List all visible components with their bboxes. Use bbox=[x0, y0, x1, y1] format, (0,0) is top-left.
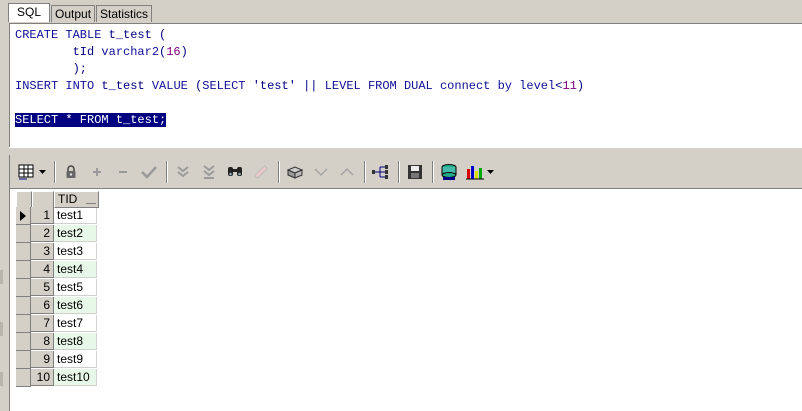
toolbar-separator bbox=[166, 160, 168, 183]
code-line-4: INSERT INTO t_test VALUE (SELECT 'test' … bbox=[15, 79, 585, 93]
cell-tid[interactable]: test7 bbox=[54, 315, 97, 332]
row-indicator bbox=[16, 261, 31, 279]
row-number: 10 bbox=[31, 369, 54, 386]
table-row[interactable]: 2 test2 bbox=[16, 225, 99, 243]
result-grid: TID 1 test1 2 test2 3 test3 4 test4 5 te… bbox=[16, 191, 99, 387]
cell-tid[interactable]: test9 bbox=[54, 351, 97, 368]
find-icon[interactable] bbox=[224, 161, 246, 183]
code-line-3: ); bbox=[72, 62, 88, 76]
cell-tid[interactable]: test2 bbox=[54, 225, 97, 242]
left-gutter bbox=[0, 0, 8, 411]
toolbar-separator bbox=[278, 160, 280, 183]
table-row[interactable]: 6 test6 bbox=[16, 297, 99, 315]
code-line-2: tId varchar2(16) bbox=[72, 45, 188, 59]
gutter-mark bbox=[0, 322, 3, 336]
toolbar-separator bbox=[364, 160, 366, 183]
chevron-down-icon[interactable] bbox=[486, 161, 494, 183]
table-row[interactable]: 5 test5 bbox=[16, 279, 99, 297]
previous-icon[interactable] bbox=[310, 161, 332, 183]
row-indicator bbox=[16, 279, 31, 297]
toolbar-separator bbox=[398, 160, 400, 183]
next-icon[interactable] bbox=[336, 161, 358, 183]
row-indicator bbox=[16, 297, 31, 315]
row-number: 9 bbox=[31, 351, 54, 368]
toolbar-separator bbox=[54, 160, 56, 183]
delete-record-icon[interactable] bbox=[112, 161, 134, 183]
explain-plan-icon[interactable] bbox=[370, 161, 392, 183]
table-row[interactable]: 4 test4 bbox=[16, 261, 99, 279]
clear-icon[interactable] bbox=[250, 161, 272, 183]
lock-icon[interactable] bbox=[60, 161, 82, 183]
cell-tid[interactable]: test10 bbox=[54, 369, 97, 386]
table-row[interactable]: 3 test3 bbox=[16, 243, 99, 261]
cell-tid[interactable]: test6 bbox=[54, 297, 97, 314]
cell-tid[interactable]: test5 bbox=[54, 279, 97, 296]
column-header-label: TID bbox=[58, 192, 78, 206]
row-indicator bbox=[16, 207, 31, 225]
cell-tid[interactable]: test4 bbox=[54, 261, 97, 278]
grid-layout-icon[interactable] bbox=[16, 161, 38, 183]
table-row[interactable]: 9 test9 bbox=[16, 351, 99, 369]
gutter-mark bbox=[0, 372, 3, 386]
row-number: 8 bbox=[31, 333, 54, 350]
results-toolbar bbox=[10, 155, 802, 189]
column-resize-handle[interactable] bbox=[86, 201, 96, 204]
query-by-example-icon[interactable] bbox=[284, 161, 306, 183]
cell-tid[interactable]: test3 bbox=[54, 243, 97, 260]
code-line-1: CREATE TABLE t_test ( bbox=[15, 28, 167, 42]
fetch-next-icon[interactable] bbox=[172, 161, 194, 183]
add-record-icon[interactable] bbox=[86, 161, 108, 183]
row-indicator bbox=[16, 225, 31, 243]
post-record-icon[interactable] bbox=[138, 161, 160, 183]
chart-icon[interactable] bbox=[464, 161, 486, 183]
row-number: 6 bbox=[31, 297, 54, 314]
table-row[interactable]: 1 test1 bbox=[16, 207, 99, 225]
row-number: 2 bbox=[31, 225, 54, 242]
tab-statistics[interactable]: Statistics bbox=[96, 5, 153, 22]
row-number: 4 bbox=[31, 261, 54, 278]
indicator-header bbox=[16, 191, 32, 208]
current-row-icon bbox=[20, 210, 26, 221]
row-indicator bbox=[16, 351, 31, 369]
sql-editor[interactable]: CREATE TABLE t_test ( tId varchar2(16) )… bbox=[9, 23, 802, 147]
table-row[interactable]: 10 test10 bbox=[16, 369, 99, 387]
selected-statement[interactable]: SELECT * FROM t_test; bbox=[15, 113, 167, 127]
grid-header: TID bbox=[16, 191, 99, 208]
row-number: 7 bbox=[31, 315, 54, 332]
row-indicator bbox=[16, 315, 31, 333]
rownum-header bbox=[32, 191, 54, 208]
tab-sql[interactable]: SQL bbox=[8, 3, 51, 22]
cell-tid[interactable]: test8 bbox=[54, 333, 97, 350]
table-row[interactable]: 8 test8 bbox=[16, 333, 99, 351]
save-icon[interactable] bbox=[404, 161, 426, 183]
column-header-tid[interactable]: TID bbox=[54, 191, 99, 208]
chevron-down-icon[interactable] bbox=[38, 161, 46, 183]
row-indicator bbox=[16, 243, 31, 261]
tab-strip: SQL Output Statistics bbox=[8, 3, 153, 22]
row-number: 1 bbox=[31, 207, 54, 224]
results-panel: TID 1 test1 2 test2 3 test3 4 test4 5 te… bbox=[9, 155, 802, 411]
row-indicator bbox=[16, 333, 31, 351]
row-indicator bbox=[16, 369, 31, 387]
table-row[interactable]: 7 test7 bbox=[16, 315, 99, 333]
toolbar-separator bbox=[432, 160, 434, 183]
gutter-mark bbox=[0, 270, 3, 284]
fetch-last-icon[interactable] bbox=[198, 161, 220, 183]
cell-tid[interactable]: test1 bbox=[54, 207, 97, 224]
row-number: 3 bbox=[31, 243, 54, 260]
row-number: 5 bbox=[31, 279, 54, 296]
export-icon[interactable] bbox=[438, 161, 460, 183]
code-line-6: SELECT * FROM t_test; bbox=[15, 112, 167, 128]
tab-output[interactable]: Output bbox=[51, 5, 96, 22]
